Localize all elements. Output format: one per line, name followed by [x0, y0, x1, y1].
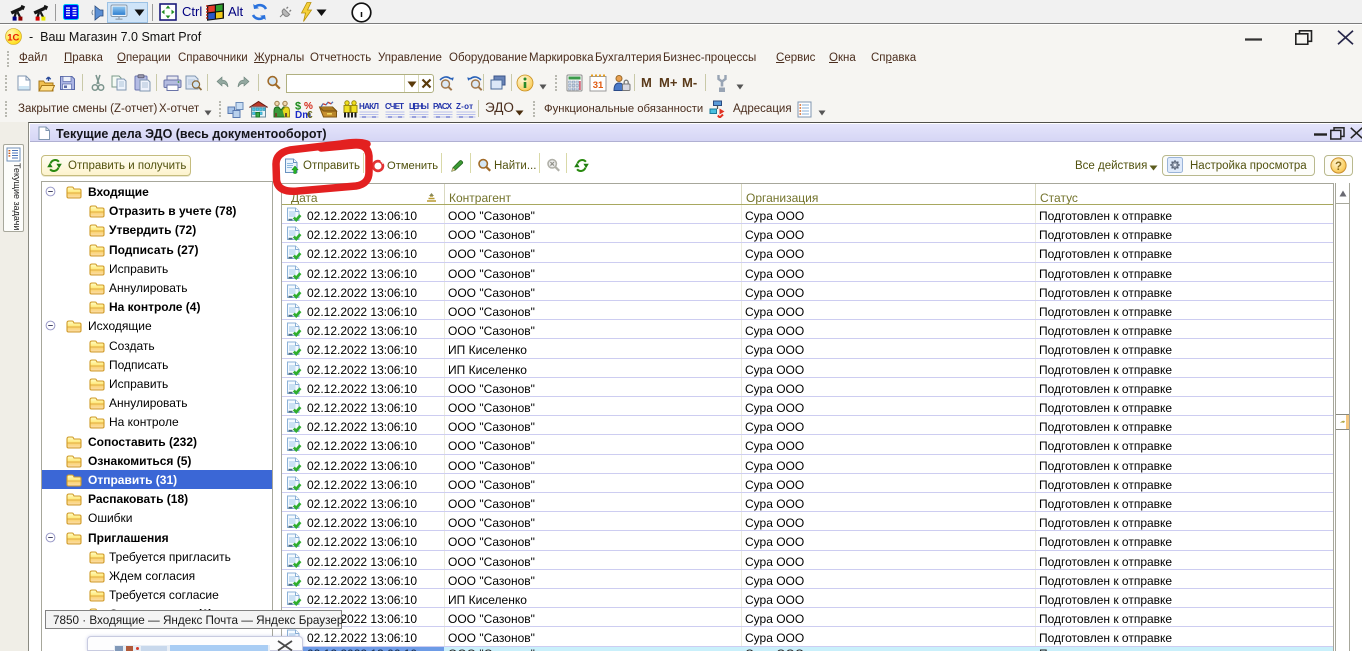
svg-text:31: 31 — [593, 80, 604, 91]
svg-text:ЦЕНЫ: ЦЕНЫ — [409, 103, 429, 111]
svg-text:1С: 1С — [7, 32, 19, 43]
svg-text:РАСХ: РАСХ — [433, 103, 453, 111]
svg-text:НАКЛ: НАКЛ — [359, 103, 379, 111]
svg-text:СЧЕТ: СЧЕТ — [385, 103, 404, 111]
svg-text:€: € — [307, 110, 313, 118]
svg-text:?: ? — [1335, 161, 1342, 173]
svg-text:Z-от: Z-от — [456, 103, 473, 111]
